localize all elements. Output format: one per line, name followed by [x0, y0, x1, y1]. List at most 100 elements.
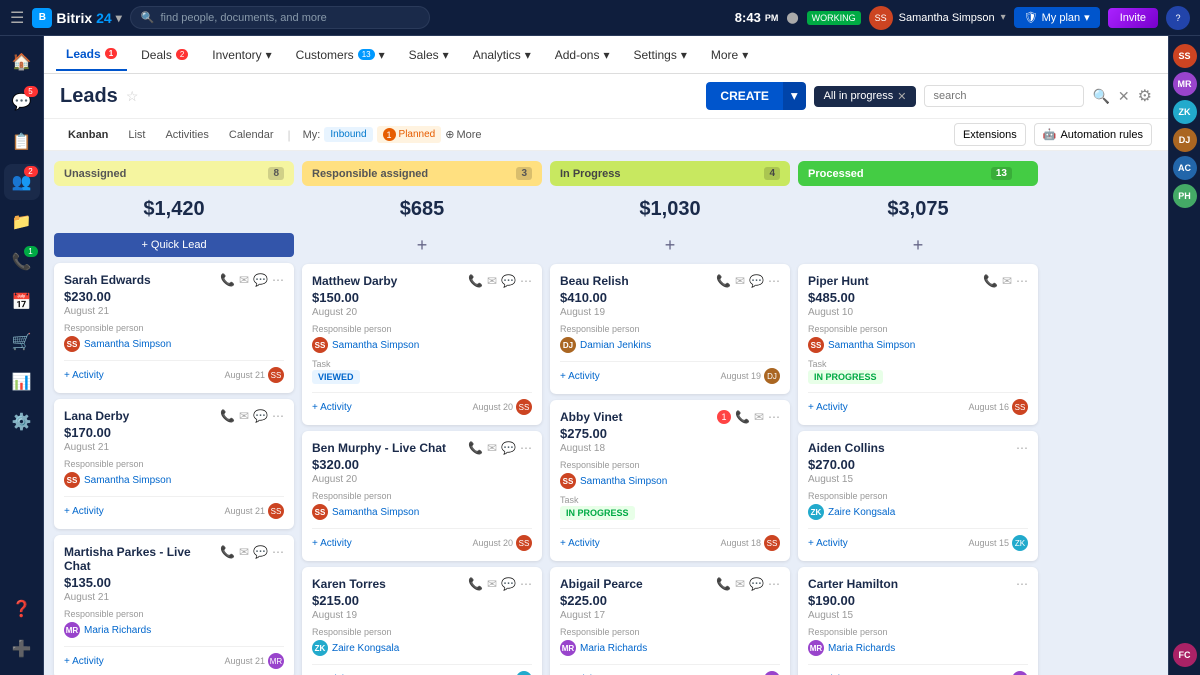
sidebar-tasks[interactable]: 📋 — [4, 124, 40, 160]
menu-icon[interactable]: ⋯ — [520, 274, 532, 288]
nav-inventory[interactable]: Inventory ▾ — [202, 40, 281, 70]
chat-icon[interactable]: 💬 — [749, 577, 764, 591]
activity-link[interactable]: + Activity — [808, 402, 848, 413]
email-icon[interactable]: ✉ — [239, 545, 249, 559]
chat-icon[interactable]: 💬 — [501, 274, 516, 288]
lead-card[interactable]: Abby Vinet 1 📞 ✉ ⋯ $275.00 August 18 Res… — [550, 400, 790, 561]
lead-card[interactable]: Carter Hamilton ⋯ $190.00 August 15 Resp… — [798, 567, 1038, 675]
logo-dropdown[interactable]: ▾ — [116, 11, 122, 25]
activity-link[interactable]: + Activity — [312, 538, 352, 549]
lead-card[interactable]: Beau Relish 📞 ✉ 💬 ⋯ $410.00 August 19 Re… — [550, 264, 790, 394]
activity-link[interactable]: + Activity — [64, 656, 104, 667]
lead-card[interactable]: Lana Derby 📞 ✉ 💬 ⋯ $170.00 August 21 Res… — [54, 399, 294, 529]
subnav-activities[interactable]: Activities — [157, 125, 216, 145]
menu-icon[interactable]: ⋯ — [1016, 274, 1028, 288]
phone-icon[interactable]: 📞 — [220, 409, 235, 423]
email-icon[interactable]: ✉ — [239, 273, 249, 287]
more-filters-button[interactable]: ⊕ More — [445, 128, 481, 141]
phone-icon[interactable]: 📞 — [716, 577, 731, 591]
email-icon[interactable]: ✉ — [487, 274, 497, 288]
email-icon[interactable]: ✉ — [239, 409, 249, 423]
search-icon[interactable]: 🔍 — [1092, 88, 1109, 105]
help-avatar[interactable]: ? — [1166, 6, 1190, 30]
online-user-avatar[interactable]: AC — [1173, 156, 1197, 180]
extensions-button[interactable]: Extensions — [954, 123, 1026, 146]
lead-card[interactable]: Aiden Collins ⋯ $270.00 August 15 Respon… — [798, 431, 1038, 561]
online-user-avatar[interactable]: SS — [1173, 44, 1197, 68]
sidebar-drive[interactable]: 📁 — [4, 204, 40, 240]
chat-icon[interactable]: 💬 — [501, 441, 516, 455]
sidebar-shop[interactable]: 🛒 — [4, 324, 40, 360]
add-lead-button[interactable]: + — [798, 233, 1038, 258]
close-icon[interactable]: ✕ — [1118, 88, 1130, 105]
menu-icon[interactable]: ⋯ — [272, 545, 284, 559]
activity-link[interactable]: + Activity — [560, 538, 600, 549]
online-user-avatar[interactable]: PH — [1173, 184, 1197, 208]
menu-icon[interactable]: ⋯ — [272, 273, 284, 287]
phone-icon[interactable]: 📞 — [468, 577, 483, 591]
subnav-list[interactable]: List — [120, 125, 153, 145]
planned-filter[interactable]: 1 Planned — [377, 126, 442, 143]
add-lead-button[interactable]: + — [550, 233, 790, 258]
lead-card[interactable]: Matthew Darby 📞 ✉ 💬 ⋯ $150.00 August 20 … — [302, 264, 542, 425]
chat-icon[interactable]: 💬 — [253, 545, 268, 559]
menu-icon[interactable]: ⋯ — [520, 577, 532, 591]
lead-card[interactable]: Piper Hunt 📞 ✉ ⋯ $485.00 August 10 Respo… — [798, 264, 1038, 425]
sidebar-settings[interactable]: ⚙️ — [4, 404, 40, 440]
hamburger-icon[interactable]: ☰ — [10, 8, 24, 28]
menu-icon[interactable]: ⋯ — [272, 409, 284, 423]
lead-card[interactable]: Sarah Edwards 📞 ✉ 💬 ⋯ $230.00 August 21 … — [54, 263, 294, 393]
global-search[interactable]: 🔍 find people, documents, and more — [130, 6, 430, 29]
nav-settings[interactable]: Settings ▾ — [623, 40, 696, 70]
email-icon[interactable]: ✉ — [735, 274, 745, 288]
sidebar-chat[interactable]: 💬 5 — [4, 84, 40, 120]
online-user-avatar[interactable]: DJ — [1173, 128, 1197, 152]
lead-card[interactable]: Ben Murphy - Live Chat 📞 ✉ 💬 ⋯ $320.00 A… — [302, 431, 542, 561]
sidebar-add[interactable]: ➕ — [4, 631, 40, 667]
online-user-avatar[interactable]: MR — [1173, 72, 1197, 96]
email-icon[interactable]: ✉ — [754, 410, 764, 424]
menu-icon[interactable]: ⋯ — [768, 274, 780, 288]
chat-icon[interactable]: 💬 — [253, 273, 268, 287]
filter-remove-icon[interactable]: ✕ — [897, 90, 906, 103]
activity-link[interactable]: + Activity — [64, 370, 104, 381]
email-icon[interactable]: ✉ — [487, 577, 497, 591]
nav-addons[interactable]: Add-ons ▾ — [545, 40, 620, 70]
sidebar-analytics[interactable]: 📊 — [4, 364, 40, 400]
subnav-calendar[interactable]: Calendar — [221, 125, 282, 145]
phone-icon[interactable]: 📞 — [220, 545, 235, 559]
filter-tag[interactable]: All in progress ✕ — [814, 86, 917, 107]
activity-link[interactable]: + Activity — [560, 371, 600, 382]
automation-rules-button[interactable]: 🤖 Automation rules — [1034, 123, 1152, 146]
favorite-icon[interactable]: ☆ — [126, 88, 139, 105]
user-menu[interactable]: SS Samantha Simpson ▾ — [869, 6, 1006, 30]
email-icon[interactable]: ✉ — [735, 577, 745, 591]
chat-icon[interactable]: 💬 — [749, 274, 764, 288]
invite-button[interactable]: Invite — [1108, 8, 1158, 28]
lead-card[interactable]: Karen Torres 📞 ✉ 💬 ⋯ $215.00 August 19 R… — [302, 567, 542, 675]
nav-deals[interactable]: Deals 2 — [131, 40, 198, 70]
menu-icon[interactable]: ⋯ — [768, 577, 780, 591]
sidebar-contacts[interactable]: 📞 1 — [4, 244, 40, 280]
activity-link[interactable]: + Activity — [64, 506, 104, 517]
phone-icon[interactable]: 📞 — [220, 273, 235, 287]
nav-more[interactable]: More ▾ — [701, 40, 758, 70]
current-user-avatar[interactable]: FC — [1173, 643, 1197, 667]
nav-sales[interactable]: Sales ▾ — [399, 40, 459, 70]
sidebar-home[interactable]: 🏠 — [4, 44, 40, 80]
phone-icon[interactable]: 📞 — [716, 274, 731, 288]
nav-customers[interactable]: Customers 13 ▾ — [286, 40, 395, 70]
create-button[interactable]: CREATE — [706, 82, 782, 110]
add-lead-button[interactable]: + — [302, 233, 542, 258]
settings-icon[interactable]: ⚙ — [1138, 86, 1152, 106]
menu-icon[interactable]: ⋯ — [520, 441, 532, 455]
inbound-filter[interactable]: Inbound — [324, 127, 372, 142]
sidebar-crm[interactable]: 👥 2 — [4, 164, 40, 200]
email-icon[interactable]: ✉ — [1002, 274, 1012, 288]
quick-lead-button[interactable]: + Quick Lead — [54, 233, 294, 257]
email-icon[interactable]: ✉ — [487, 441, 497, 455]
activity-link[interactable]: + Activity — [808, 538, 848, 549]
chat-icon[interactable]: 💬 — [501, 577, 516, 591]
search-input[interactable] — [924, 85, 1084, 107]
activity-link[interactable]: + Activity — [312, 402, 352, 413]
